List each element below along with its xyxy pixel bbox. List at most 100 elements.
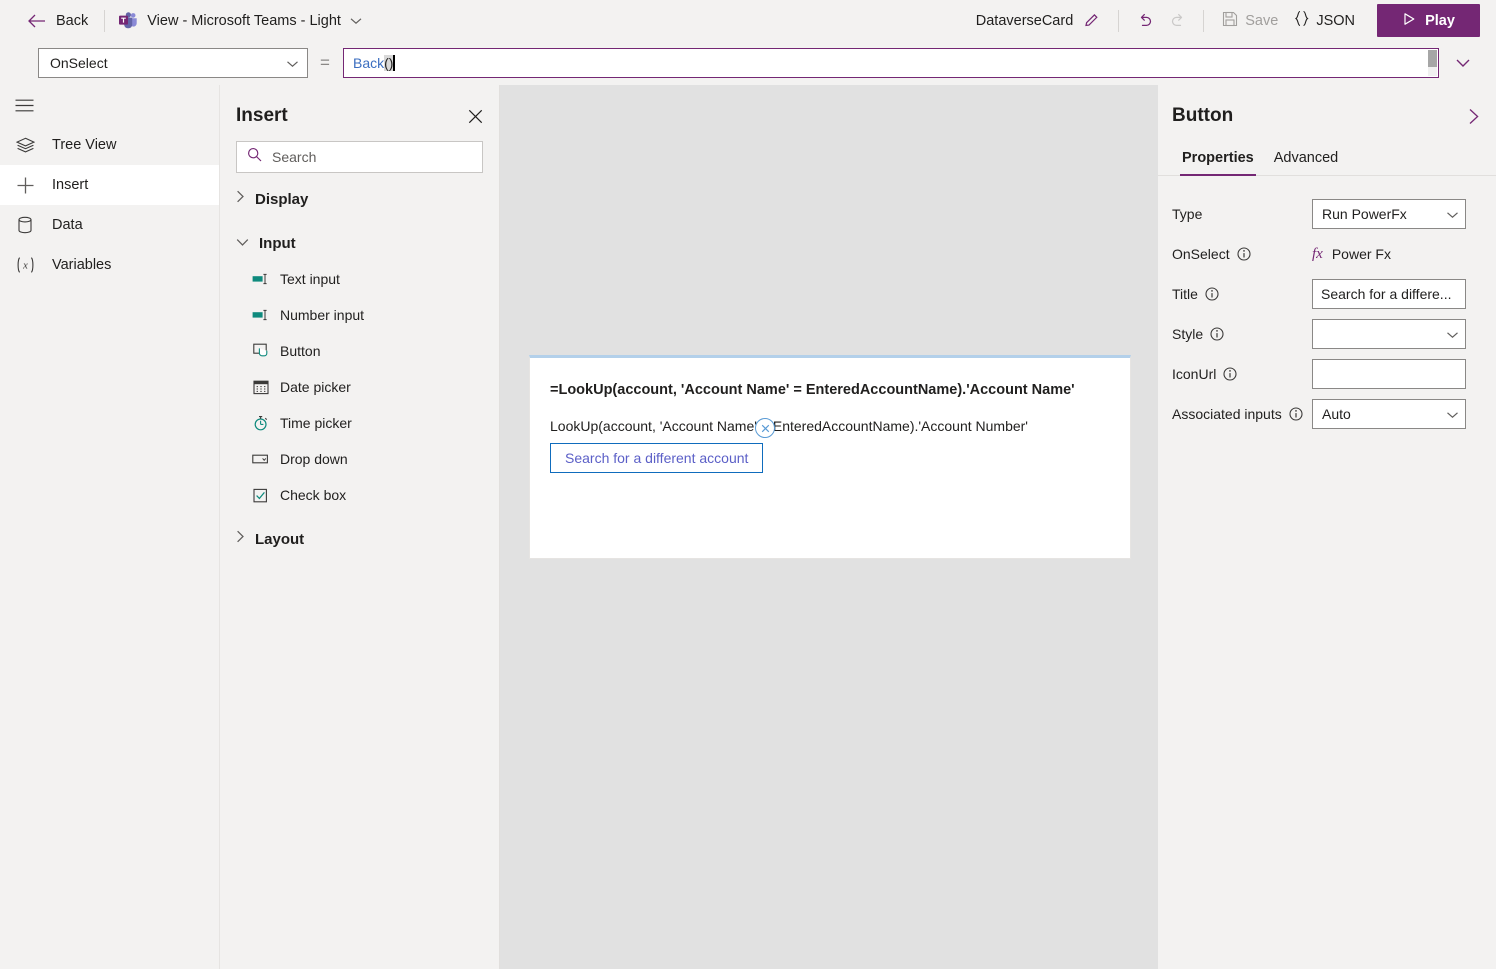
field-control: Run PowerFx bbox=[1312, 199, 1466, 229]
insert-item-label: Number input bbox=[280, 307, 365, 323]
insert-group-layout[interactable]: Layout bbox=[220, 521, 499, 557]
dropdown-icon bbox=[252, 451, 269, 468]
sidebar-item-data[interactable]: Data bbox=[0, 205, 219, 245]
insert-item-label: Check box bbox=[280, 487, 347, 503]
field-row-type: Type Run PowerFx bbox=[1158, 194, 1496, 234]
info-icon[interactable] bbox=[1205, 287, 1219, 301]
clock-icon bbox=[252, 415, 269, 432]
insert-item-label: Date picker bbox=[280, 379, 351, 395]
insert-panel: Insert Search Display Input Text input N… bbox=[220, 85, 500, 969]
dataverse-card[interactable]: =LookUp(account, 'Account Name' = Entere… bbox=[529, 355, 1131, 559]
redo-button[interactable] bbox=[1161, 5, 1193, 37]
formula-scrollbar[interactable] bbox=[1428, 50, 1437, 76]
insert-group-label: Display bbox=[255, 190, 309, 208]
undo-button[interactable] bbox=[1129, 5, 1161, 37]
insert-group-input[interactable]: Input bbox=[220, 225, 499, 261]
back-button[interactable]: Back bbox=[0, 0, 102, 41]
insert-group-display[interactable]: Display bbox=[220, 181, 499, 217]
chevron-down-icon bbox=[350, 12, 362, 30]
field-control: Search for a differe... bbox=[1312, 279, 1466, 309]
field-control: Auto bbox=[1312, 399, 1466, 429]
onselect-value: Power Fx bbox=[1331, 246, 1391, 262]
search-input[interactable]: Search bbox=[236, 141, 483, 173]
edit-pencil-icon[interactable] bbox=[1083, 12, 1100, 29]
equals-sign: = bbox=[320, 53, 330, 72]
back-label: Back bbox=[56, 12, 89, 29]
insert-item-drop-down[interactable]: Drop down bbox=[220, 441, 499, 477]
insert-item-text-input[interactable]: Text input bbox=[220, 261, 499, 297]
tab-properties[interactable]: Properties bbox=[1172, 150, 1264, 176]
search-placeholder: Search bbox=[272, 149, 317, 165]
close-icon[interactable] bbox=[468, 109, 483, 124]
insert-item-check-box[interactable]: Check box bbox=[220, 477, 499, 513]
play-icon bbox=[1402, 12, 1416, 30]
insert-group-label: Input bbox=[259, 234, 296, 252]
field-label: IconUrl bbox=[1172, 366, 1217, 382]
insert-item-number-input[interactable]: Number input bbox=[220, 297, 499, 333]
save-icon bbox=[1222, 11, 1238, 31]
title-input[interactable]: Search for a differe... bbox=[1312, 279, 1466, 309]
chevron-right-icon[interactable] bbox=[1468, 108, 1480, 125]
info-icon[interactable] bbox=[1289, 407, 1303, 421]
type-dropdown-value: Run PowerFx bbox=[1322, 206, 1407, 222]
info-icon[interactable] bbox=[1237, 247, 1251, 261]
formula-expand-button[interactable] bbox=[1441, 41, 1485, 85]
sidebar-item-variables[interactable]: x Variables bbox=[0, 245, 219, 285]
property-select[interactable]: OnSelect bbox=[38, 48, 308, 78]
field-label: Title bbox=[1172, 286, 1198, 302]
json-label: JSON bbox=[1316, 12, 1355, 29]
field-control bbox=[1312, 359, 1466, 389]
toolbar-divider bbox=[104, 9, 106, 32]
style-dropdown[interactable] bbox=[1312, 319, 1466, 349]
field-label-wrap: Type bbox=[1172, 206, 1312, 222]
json-button[interactable]: JSON bbox=[1286, 5, 1363, 37]
field-label: OnSelect bbox=[1172, 246, 1230, 262]
info-icon[interactable] bbox=[1210, 327, 1224, 341]
card-name-label: DataverseCard bbox=[975, 12, 1074, 29]
layers-icon bbox=[14, 137, 36, 154]
close-badge-icon[interactable] bbox=[755, 418, 775, 438]
type-dropdown[interactable]: Run PowerFx bbox=[1312, 199, 1466, 229]
hamburger-menu-icon[interactable] bbox=[0, 85, 48, 125]
onselect-powerfx-button[interactable]: fx Power Fx bbox=[1312, 246, 1466, 263]
toolbar-actions: DataverseCard Save JSON Play bbox=[976, 0, 1496, 41]
braces-icon bbox=[1294, 10, 1309, 31]
associated-inputs-value: Auto bbox=[1322, 406, 1351, 422]
number-input-icon bbox=[252, 307, 269, 324]
properties-tabs: Properties Advanced bbox=[1158, 138, 1496, 176]
field-label-wrap: IconUrl bbox=[1172, 366, 1312, 382]
properties-panel-title: Button bbox=[1172, 105, 1234, 126]
checkbox-icon bbox=[252, 487, 269, 504]
chevron-right-icon bbox=[236, 190, 245, 208]
field-row-title: Title Search for a differe... bbox=[1158, 274, 1496, 314]
associated-inputs-dropdown[interactable]: Auto bbox=[1312, 399, 1466, 429]
property-select-value: OnSelect bbox=[50, 55, 108, 71]
field-label: Associated inputs bbox=[1172, 406, 1282, 422]
insert-item-label: Button bbox=[280, 343, 321, 359]
left-rail: Tree View Insert Data x Variables bbox=[0, 85, 220, 969]
top-toolbar: Back View - Microsoft Teams - Light Data… bbox=[0, 0, 1496, 41]
chevron-down-icon bbox=[1446, 206, 1459, 222]
sidebar-item-insert[interactable]: Insert bbox=[0, 165, 219, 205]
view-title-dropdown[interactable]: View - Microsoft Teams - Light bbox=[107, 12, 374, 30]
text-caret bbox=[393, 55, 395, 71]
fx-icon: fx bbox=[1312, 245, 1323, 262]
tab-advanced[interactable]: Advanced bbox=[1264, 150, 1349, 175]
play-button[interactable]: Play bbox=[1377, 4, 1480, 37]
save-button[interactable]: Save bbox=[1214, 5, 1286, 37]
info-icon[interactable] bbox=[1223, 367, 1237, 381]
insert-item-label: Text input bbox=[280, 271, 340, 287]
insert-item-date-picker[interactable]: Date picker bbox=[220, 369, 499, 405]
toolbar-divider bbox=[1118, 9, 1120, 32]
insert-item-button[interactable]: Button bbox=[220, 333, 499, 369]
formula-input[interactable]: Back() bbox=[343, 48, 1439, 78]
back-arrow-icon bbox=[28, 14, 46, 28]
iconurl-input[interactable] bbox=[1312, 359, 1466, 389]
sidebar-item-tree-view[interactable]: Tree View bbox=[0, 125, 219, 165]
insert-group-label: Layout bbox=[255, 530, 305, 548]
card-search-button[interactable]: Search for a different account bbox=[550, 443, 764, 473]
design-canvas[interactable]: =LookUp(account, 'Account Name' = Entere… bbox=[500, 85, 1158, 969]
save-label: Save bbox=[1245, 12, 1279, 29]
sidebar-item-label: Variables bbox=[52, 257, 112, 273]
insert-item-time-picker[interactable]: Time picker bbox=[220, 405, 499, 441]
